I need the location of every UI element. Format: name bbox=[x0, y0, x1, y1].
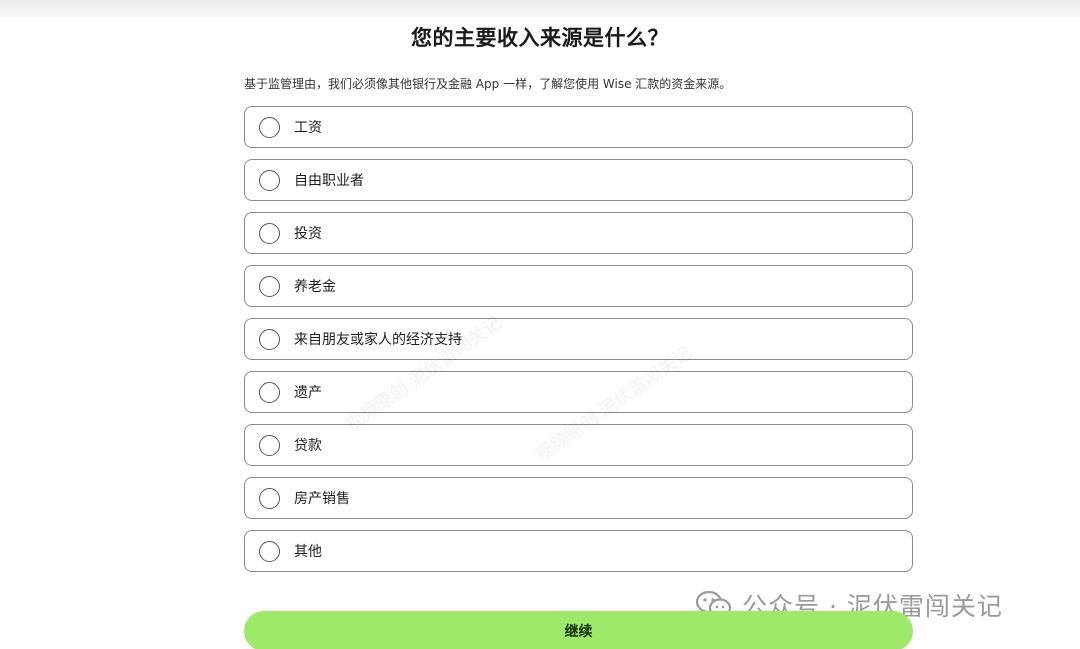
option-family-support[interactable]: 来自朋友或家人的经济支持 bbox=[244, 318, 913, 360]
option-pension[interactable]: 养老金 bbox=[244, 265, 913, 307]
option-label: 投资 bbox=[294, 226, 322, 242]
continue-button[interactable]: 继续 bbox=[244, 611, 913, 649]
page-title: 您的主要收入来源是什么？ bbox=[411, 26, 669, 50]
income-source-options: 工资 自由职业者 投资 养老金 来自朋友或家人的经济支持 遗产 贷款 房产销售 bbox=[244, 106, 913, 583]
page: 您的主要收入来源是什么？ 基于监管理由，我们必须像其他银行及金融 App 一样，… bbox=[0, 0, 1080, 649]
option-label: 遗产 bbox=[294, 385, 322, 401]
option-label: 养老金 bbox=[294, 279, 336, 295]
radio-circle-icon[interactable] bbox=[259, 328, 280, 350]
radio-circle-icon[interactable] bbox=[259, 487, 280, 509]
option-label: 自由职业者 bbox=[294, 173, 364, 189]
radio-circle-icon[interactable] bbox=[259, 222, 280, 244]
top-shadow bbox=[0, 0, 1080, 24]
radio-circle-icon[interactable] bbox=[259, 116, 280, 138]
option-label: 来自朋友或家人的经济支持 bbox=[294, 332, 462, 348]
option-other[interactable]: 其他 bbox=[244, 530, 913, 572]
radio-circle-icon[interactable] bbox=[259, 540, 280, 562]
option-label: 房产销售 bbox=[294, 491, 350, 507]
option-property-sale[interactable]: 房产销售 bbox=[244, 477, 913, 519]
option-inheritance[interactable]: 遗产 bbox=[244, 371, 913, 413]
option-label: 工资 bbox=[294, 120, 322, 136]
radio-circle-icon[interactable] bbox=[259, 275, 280, 297]
option-salary[interactable]: 工资 bbox=[244, 106, 913, 148]
radio-circle-icon[interactable] bbox=[259, 381, 280, 403]
page-subtitle: 基于监管理由，我们必须像其他银行及金融 App 一样，了解您使用 Wise 汇款… bbox=[244, 77, 732, 91]
option-loan[interactable]: 贷款 bbox=[244, 424, 913, 466]
option-label: 贷款 bbox=[294, 438, 322, 454]
radio-circle-icon[interactable] bbox=[259, 169, 280, 191]
option-label: 其他 bbox=[294, 544, 322, 560]
radio-circle-icon[interactable] bbox=[259, 434, 280, 456]
option-freelancer[interactable]: 自由职业者 bbox=[244, 159, 913, 201]
option-investment[interactable]: 投资 bbox=[244, 212, 913, 254]
